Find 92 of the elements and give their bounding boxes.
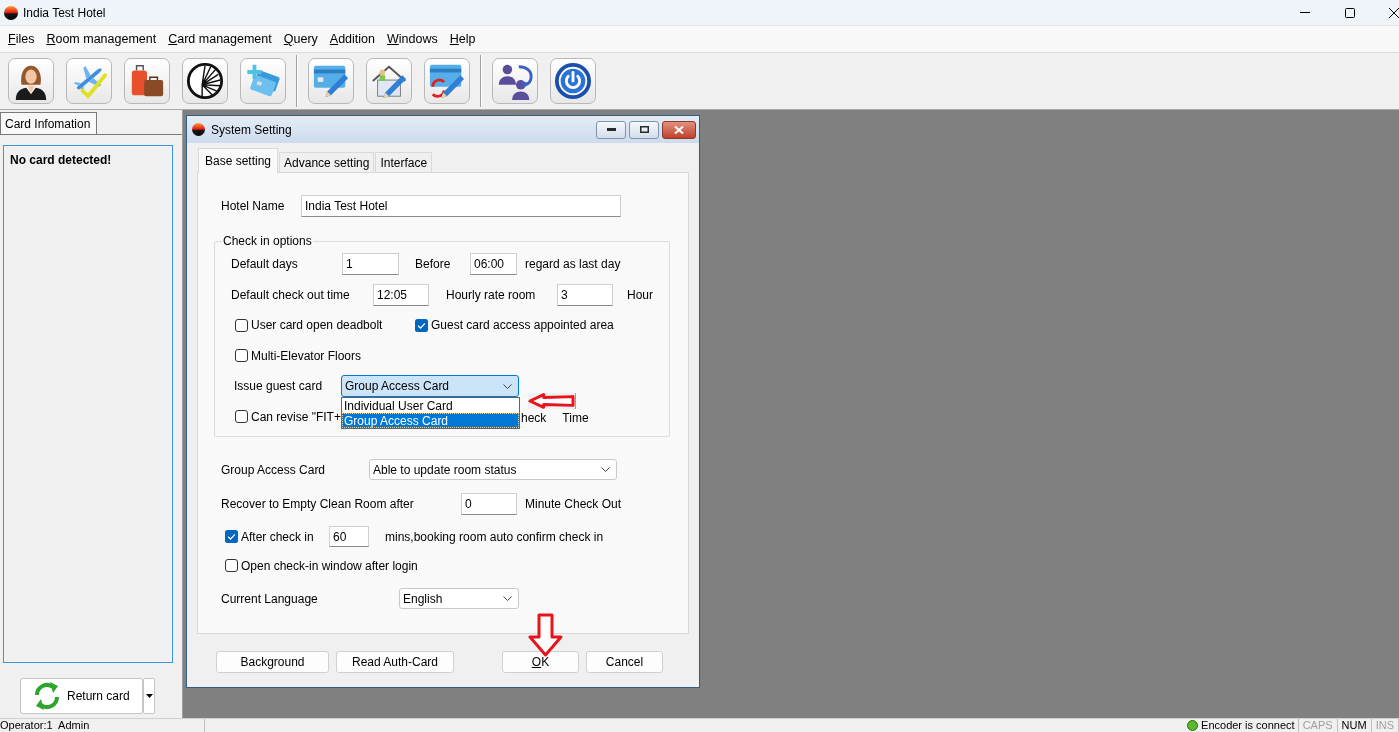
tab[interactable]: Card Infomation — [0, 112, 97, 134]
field-label: mins,booking room auto confirm check in — [385, 529, 604, 544]
status-dot-icon — [1187, 720, 1199, 731]
checkbox-label: After check in — [241, 529, 314, 544]
dialog-button[interactable]: OK — [502, 651, 579, 673]
checkbox-label: User card open deadbolt — [251, 318, 383, 333]
dropdown[interactable]: Able to update room status — [369, 459, 617, 481]
app-logo-icon — [4, 5, 18, 20]
checkbox[interactable] — [225, 530, 238, 544]
restore-button[interactable] — [629, 120, 659, 139]
field-label: Time — [562, 411, 589, 425]
restore-icon — [639, 126, 649, 133]
key-indicator: CAPS — [1298, 719, 1338, 732]
key-indicator: NUM — [1337, 719, 1372, 732]
menu-item[interactable]: Windows — [387, 32, 438, 46]
checkbox[interactable] — [235, 318, 248, 332]
field-label: Default days — [231, 257, 299, 271]
key-indicator: INS — [1371, 719, 1399, 732]
dropdown[interactable]: Group Access Card — [341, 375, 519, 398]
card-refresh-pencil-icon — [428, 62, 466, 100]
text-field[interactable]: 3 — [557, 283, 613, 306]
field-label: Minute Check Out — [525, 496, 622, 511]
status-message: No card detected! — [10, 153, 113, 167]
close-button[interactable] — [662, 120, 696, 139]
refresh-icon — [32, 681, 62, 711]
checkbox[interactable] — [235, 410, 248, 424]
checkbox-label: Multi-Elevator Floors — [251, 348, 362, 363]
encoder-status: Encoder is connect — [1201, 719, 1295, 732]
field-label: regard as last day — [525, 257, 621, 271]
text-field[interactable]: 06:00 — [470, 253, 517, 275]
field-label: Before — [415, 257, 452, 271]
tab[interactable]: Advance setting — [279, 152, 375, 172]
field-label: Issue guest card — [234, 379, 324, 394]
users-arrow-icon — [496, 62, 534, 100]
minimize-icon — [606, 128, 616, 131]
operator-status: Operator:1 Admin — [0, 719, 205, 732]
field-label: Hourly rate room — [446, 287, 537, 302]
group-title: Check in options — [222, 234, 313, 248]
dial-icon — [186, 62, 224, 100]
menu-item[interactable]: Files — [8, 32, 35, 46]
field-label: Recover to Empty Clean Room after — [221, 496, 415, 511]
return-card-button[interactable]: Return card — [20, 678, 143, 714]
checkbox-label: Can revise "FIT+ — [251, 409, 341, 424]
dropdown-option[interactable]: Group Access Card — [342, 413, 519, 429]
dropdown-button[interactable] — [143, 678, 155, 714]
menu-item[interactable]: Addition — [329, 32, 375, 46]
text-field[interactable]: 1 — [342, 253, 399, 275]
menu-item[interactable]: Help — [449, 32, 476, 46]
left-arrow-icon — [528, 393, 576, 409]
checkbox-label: Open check-in window after login — [241, 558, 418, 573]
toolbar-button[interactable] — [124, 58, 170, 104]
dialog-title: System Setting — [211, 122, 292, 137]
dialog-button[interactable]: Cancel — [586, 651, 663, 673]
checkbox[interactable] — [225, 559, 238, 573]
field-label: heck — [521, 411, 547, 425]
toolbar-button[interactable] — [550, 58, 596, 104]
minimize-icon — [1299, 12, 1310, 13]
checkbox[interactable] — [235, 349, 248, 363]
power-icon — [554, 62, 592, 100]
toolbar-button[interactable] — [8, 58, 54, 104]
tab[interactable]: Base setting — [198, 148, 279, 173]
field-label: Hotel Name — [221, 199, 286, 213]
caret-icon — [145, 694, 153, 698]
dropdown-option[interactable]: Individual User Card — [342, 398, 519, 414]
close-icon — [1389, 7, 1399, 18]
text-field[interactable]: India Test Hotel — [301, 195, 621, 217]
dialog-button[interactable]: Background — [216, 651, 329, 673]
checkbox-label: Guest card access appointed area — [431, 318, 614, 333]
field-label: Current Language — [221, 591, 319, 606]
field-label: Hour — [627, 287, 653, 302]
text-field[interactable]: 12:05 — [373, 283, 429, 306]
menu-item[interactable]: Room management — [46, 32, 157, 46]
chevron-down-icon — [503, 596, 512, 602]
chevron-down-icon — [503, 383, 512, 389]
field-label: Group Access Card — [221, 462, 327, 477]
dropdown[interactable]: English — [399, 588, 519, 610]
toolbar-button[interactable] — [492, 58, 538, 104]
text-field[interactable]: 0 — [461, 492, 517, 515]
window-title: India Test Hotel — [23, 5, 106, 20]
close-icon — [674, 125, 684, 134]
app-logo-icon — [192, 123, 205, 136]
field-label: Default check out time — [231, 287, 351, 302]
text-field[interactable]: 60 — [329, 526, 369, 548]
maximize-icon — [1344, 7, 1355, 18]
tab[interactable]: Interface — [375, 152, 433, 172]
checkbox[interactable] — [415, 318, 428, 332]
dialog-button[interactable]: Read Auth-Card — [336, 651, 454, 673]
minimize-button[interactable] — [596, 120, 626, 139]
menu-item[interactable]: Query — [283, 32, 318, 46]
menu-item[interactable]: Card management — [168, 32, 272, 46]
chevron-down-icon — [601, 467, 610, 473]
toolbar-button[interactable] — [182, 58, 228, 104]
